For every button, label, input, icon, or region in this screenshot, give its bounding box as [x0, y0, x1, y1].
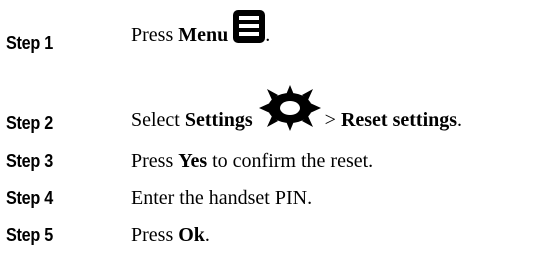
step-1-row: Step 1 Press Menu . [0, 0, 559, 60]
step-text: Press Yes to confirm the reset. [131, 150, 374, 172]
gear-icon [258, 85, 321, 131]
step-label: Step 5 [6, 225, 53, 245]
yes-term: Yes [178, 150, 208, 172]
step-text: Press Ok. [131, 224, 210, 246]
step-label: Step 1 [6, 33, 53, 53]
reset-settings-term: Reset settings [340, 109, 458, 131]
step-3-row: Step 3 Press Yes to confirm the reset. [0, 144, 559, 178]
step-label: Step 3 [6, 151, 53, 171]
menu-term: Menu [178, 24, 229, 46]
procedure-steps: Step 1 Press Menu . Step 2 Select Settin… [0, 0, 559, 261]
step-text: Enter the handset PIN. [131, 187, 313, 209]
settings-term: Settings [184, 109, 253, 131]
step-label: Step 2 [6, 113, 53, 133]
step-text: Press Menu . [131, 8, 270, 47]
step-4-row: Step 4 Enter the handset PIN. [0, 180, 559, 214]
step-label: Step 4 [6, 188, 53, 208]
step-text: Select Settings > Reset settings. [131, 80, 462, 132]
menu-icon [233, 10, 266, 43]
step-5-row: Step 5 Press Ok. [0, 217, 559, 251]
ok-term: Ok [178, 224, 205, 246]
step-2-row: Step 2 Select Settings > Reset settings. [0, 62, 559, 133]
